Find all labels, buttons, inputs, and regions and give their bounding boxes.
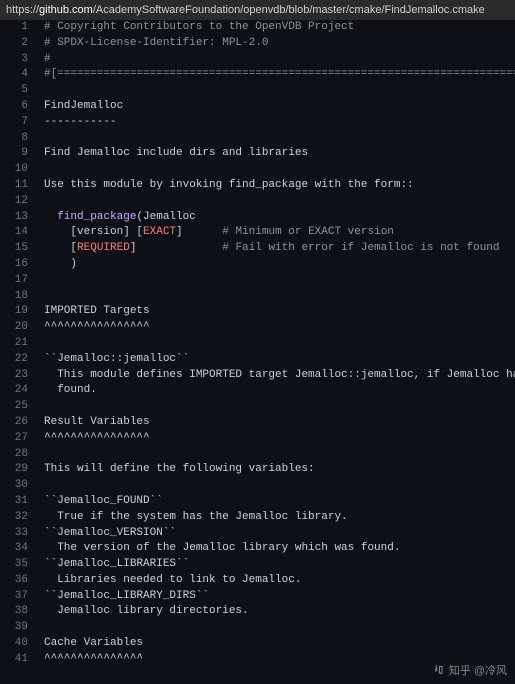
line-number: 17 bbox=[0, 273, 28, 289]
line-number: 36 bbox=[0, 573, 28, 589]
line-number: 28 bbox=[0, 447, 28, 463]
line-number: 9 bbox=[0, 146, 28, 162]
line-number: 40 bbox=[0, 636, 28, 652]
line-number: 29 bbox=[0, 462, 28, 478]
code-line[interactable] bbox=[44, 162, 515, 178]
line-number: 27 bbox=[0, 431, 28, 447]
line-number: 24 bbox=[0, 383, 28, 399]
code-line[interactable]: ^^^^^^^^^^^^^^^^ bbox=[44, 320, 515, 336]
line-number: 21 bbox=[0, 336, 28, 352]
code-line[interactable]: # bbox=[44, 52, 515, 68]
code-line[interactable]: True if the system has the Jemalloc libr… bbox=[44, 510, 515, 526]
code-line[interactable]: # Copyright Contributors to the OpenVDB … bbox=[44, 20, 515, 36]
code-line[interactable]: Find Jemalloc include dirs and libraries bbox=[44, 146, 515, 162]
code-line[interactable]: found. bbox=[44, 383, 515, 399]
line-number: 11 bbox=[0, 178, 28, 194]
line-number: 1 bbox=[0, 20, 28, 36]
code-viewer: 1234567891011121314151617181920212223242… bbox=[0, 20, 515, 668]
line-number: 30 bbox=[0, 478, 28, 494]
line-number: 18 bbox=[0, 289, 28, 305]
code-line[interactable]: This module defines IMPORTED target Jema… bbox=[44, 368, 515, 384]
line-number: 38 bbox=[0, 604, 28, 620]
code-line[interactable]: IMPORTED Targets bbox=[44, 304, 515, 320]
line-number: 2 bbox=[0, 36, 28, 52]
code-line[interactable]: Libraries needed to link to Jemalloc. bbox=[44, 573, 515, 589]
line-number: 22 bbox=[0, 352, 28, 368]
code-line[interactable]: FindJemalloc bbox=[44, 99, 515, 115]
code-line[interactable]: ``Jemalloc_LIBRARIES`` bbox=[44, 557, 515, 573]
line-number: 15 bbox=[0, 241, 28, 257]
code-line[interactable]: ``Jemalloc_FOUND`` bbox=[44, 494, 515, 510]
code-content[interactable]: # Copyright Contributors to the OpenVDB … bbox=[40, 20, 515, 668]
line-number: 19 bbox=[0, 304, 28, 320]
code-line[interactable]: ) bbox=[44, 257, 515, 273]
line-number: 12 bbox=[0, 194, 28, 210]
line-number: 5 bbox=[0, 83, 28, 99]
code-line[interactable]: #[======================================… bbox=[44, 67, 515, 83]
line-number: 20 bbox=[0, 320, 28, 336]
code-line[interactable]: [version] [EXACT] # Minimum or EXACT ver… bbox=[44, 225, 515, 241]
code-line[interactable] bbox=[44, 399, 515, 415]
line-number: 6 bbox=[0, 99, 28, 115]
line-number: 41 bbox=[0, 652, 28, 668]
line-number: 7 bbox=[0, 115, 28, 131]
line-number: 26 bbox=[0, 415, 28, 431]
line-number: 34 bbox=[0, 541, 28, 557]
zhihu-icon bbox=[433, 664, 445, 676]
line-number: 39 bbox=[0, 620, 28, 636]
code-line[interactable] bbox=[44, 289, 515, 305]
code-line[interactable] bbox=[44, 194, 515, 210]
code-line[interactable]: ``Jemalloc::jemalloc`` bbox=[44, 352, 515, 368]
url-domain: github.com bbox=[39, 4, 93, 16]
code-line[interactable]: find_package(Jemalloc bbox=[44, 210, 515, 226]
line-number: 31 bbox=[0, 494, 28, 510]
code-line[interactable]: ``Jemalloc_LIBRARY_DIRS`` bbox=[44, 589, 515, 605]
line-number: 14 bbox=[0, 225, 28, 241]
code-line[interactable]: Cache Variables bbox=[44, 636, 515, 652]
code-line[interactable] bbox=[44, 273, 515, 289]
line-number: 16 bbox=[0, 257, 28, 273]
watermark: 知乎 @冷风 bbox=[433, 662, 507, 678]
line-number: 13 bbox=[0, 210, 28, 226]
code-line[interactable]: This will define the following variables… bbox=[44, 462, 515, 478]
code-line[interactable]: ``Jemalloc_VERSION`` bbox=[44, 526, 515, 542]
code-line[interactable]: Result Variables bbox=[44, 415, 515, 431]
code-line[interactable]: ^^^^^^^^^^^^^^^^ bbox=[44, 431, 515, 447]
line-number: 37 bbox=[0, 589, 28, 605]
code-line[interactable] bbox=[44, 478, 515, 494]
line-number: 8 bbox=[0, 131, 28, 147]
line-number: 33 bbox=[0, 526, 28, 542]
line-number: 23 bbox=[0, 368, 28, 384]
code-line[interactable] bbox=[44, 83, 515, 99]
line-number: 32 bbox=[0, 510, 28, 526]
line-number: 3 bbox=[0, 52, 28, 68]
code-line[interactable]: [REQUIRED] # Fail with error if Jemalloc… bbox=[44, 241, 515, 257]
watermark-text: 知乎 @冷风 bbox=[449, 662, 507, 678]
url-prefix: https:// bbox=[6, 4, 39, 16]
code-line[interactable] bbox=[44, 447, 515, 463]
code-line[interactable]: Jemalloc library directories. bbox=[44, 604, 515, 620]
line-number: 25 bbox=[0, 399, 28, 415]
line-number: 35 bbox=[0, 557, 28, 573]
code-line[interactable] bbox=[44, 620, 515, 636]
url-bar[interactable]: https://github.com/AcademySoftwareFounda… bbox=[0, 0, 515, 20]
code-line[interactable]: ----------- bbox=[44, 115, 515, 131]
code-line[interactable]: The version of the Jemalloc library whic… bbox=[44, 541, 515, 557]
code-line[interactable] bbox=[44, 131, 515, 147]
line-number-gutter: 1234567891011121314151617181920212223242… bbox=[0, 20, 40, 668]
code-line[interactable]: Use this module by invoking find_package… bbox=[44, 178, 515, 194]
code-line[interactable] bbox=[44, 336, 515, 352]
line-number: 4 bbox=[0, 67, 28, 83]
line-number: 10 bbox=[0, 162, 28, 178]
url-path: /AcademySoftwareFoundation/openvdb/blob/… bbox=[93, 4, 485, 16]
code-line[interactable]: # SPDX-License-Identifier: MPL-2.0 bbox=[44, 36, 515, 52]
